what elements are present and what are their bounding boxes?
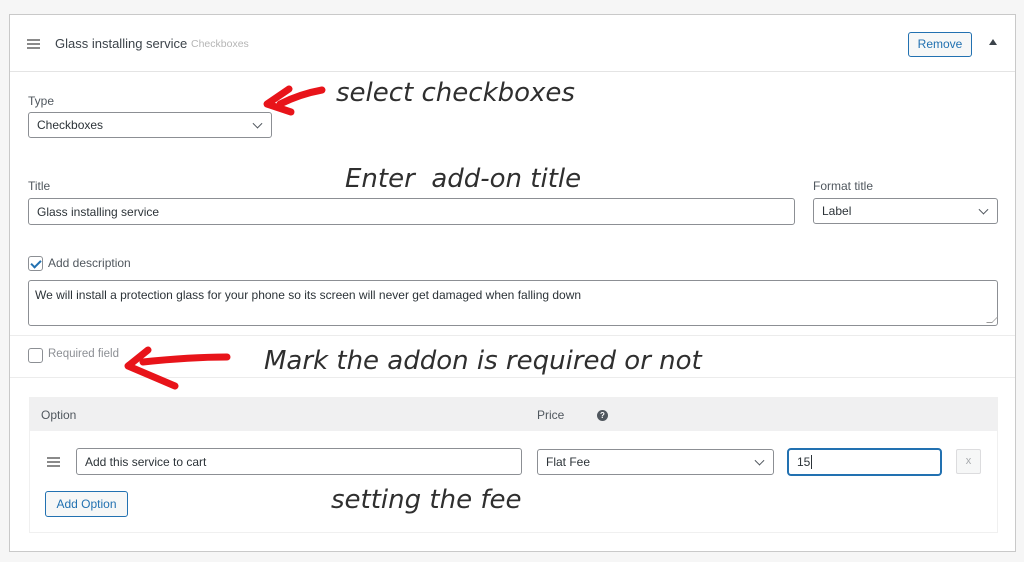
arrow-required-head [124,346,179,390]
arrow-required-shaft [139,353,231,366]
red-arrow-type-icon [124,85,326,390]
